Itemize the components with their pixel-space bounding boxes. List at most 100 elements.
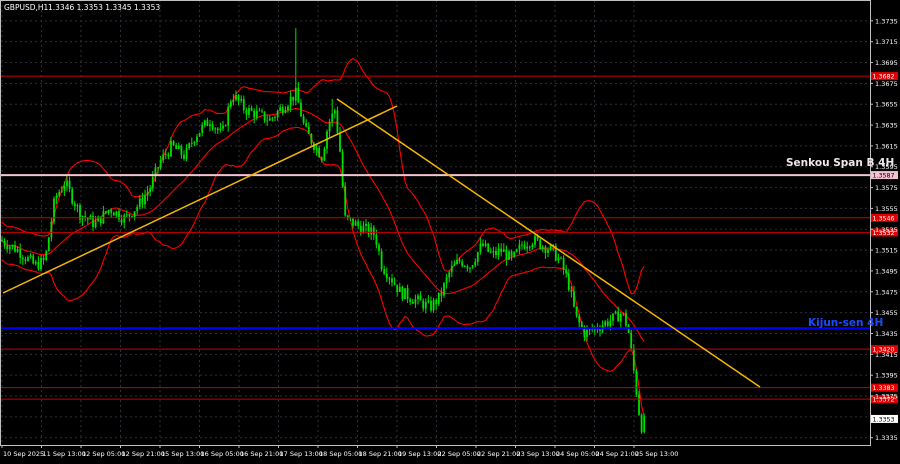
candle-body xyxy=(643,416,646,433)
candle-body xyxy=(206,120,209,127)
candle-body xyxy=(229,101,232,107)
x-tick-label: 12 Sep 05:00 xyxy=(82,450,125,458)
candle-body xyxy=(271,117,274,119)
candle-body xyxy=(188,143,191,148)
candle-body xyxy=(16,249,19,252)
candle-body xyxy=(630,332,633,349)
candle-body xyxy=(183,154,185,159)
candle-body xyxy=(274,117,276,118)
candle-body xyxy=(471,265,474,268)
candle-body xyxy=(144,195,146,205)
candle-body xyxy=(305,122,308,127)
candle-body xyxy=(216,128,219,131)
candle-body xyxy=(76,205,79,207)
candle-body xyxy=(406,288,409,300)
candle-body xyxy=(112,212,115,216)
candle-body xyxy=(411,301,414,304)
y-tick-label: 1.3575 xyxy=(875,184,898,192)
candle-body xyxy=(492,250,495,253)
candle-body xyxy=(443,283,445,296)
candle-body xyxy=(580,322,583,328)
candle-body xyxy=(380,251,383,270)
candle-body xyxy=(222,125,224,129)
candle-body xyxy=(60,190,63,193)
candle-body xyxy=(539,239,542,249)
candle-body xyxy=(476,252,479,262)
x-tick-label: 25 Sep 13:00 xyxy=(635,450,678,458)
candle-body xyxy=(528,246,531,248)
candle-body xyxy=(138,198,141,207)
candle-body xyxy=(133,211,136,217)
candle-body xyxy=(487,243,490,252)
candle-body xyxy=(315,147,318,150)
candle-body xyxy=(268,118,271,121)
candle-body xyxy=(432,299,435,311)
candle-body xyxy=(287,106,289,111)
candle-body xyxy=(489,251,492,253)
candle-body xyxy=(562,257,565,270)
y-tick-label: 1.3335 xyxy=(875,434,898,442)
candle-body xyxy=(510,251,513,257)
candle-body xyxy=(162,154,165,161)
price-chart[interactable]: 1.36821.35871.35461.35321.34201.33831.33… xyxy=(0,0,900,460)
candle-body xyxy=(105,211,107,213)
candle-body xyxy=(146,191,149,196)
candle-body xyxy=(19,249,22,258)
candle-body xyxy=(201,124,204,133)
candle-body xyxy=(209,124,211,127)
candle-body xyxy=(453,264,456,266)
level-price-label: 1.3587 xyxy=(873,173,895,180)
candle-body xyxy=(469,267,471,269)
candle-body xyxy=(458,260,461,262)
y-tick-label: 1.3615 xyxy=(875,142,898,150)
y-tick-label: 1.3415 xyxy=(875,351,898,359)
candle-body xyxy=(71,188,74,204)
x-tick-label: 24 Sep 05:00 xyxy=(556,450,599,458)
candle-body xyxy=(505,249,508,260)
candle-body xyxy=(435,299,438,305)
y-tick-label: 1.3675 xyxy=(875,80,898,88)
candle-body xyxy=(370,227,373,235)
candle-body xyxy=(456,260,458,265)
candle-body xyxy=(281,107,284,113)
candle-body xyxy=(42,257,45,260)
candle-body xyxy=(567,273,570,291)
candle-body xyxy=(638,394,640,415)
candle-body xyxy=(560,257,562,259)
candle-body xyxy=(422,300,425,309)
kijun-sen-label: Kijun-sen 4H xyxy=(808,317,883,329)
x-tick-label: 15 Sep 13:00 xyxy=(161,450,204,458)
candle-body xyxy=(622,313,625,314)
y-tick-label: 1.3655 xyxy=(875,101,898,109)
senkou-span-b-label: Senkou Span B 4H xyxy=(786,157,894,169)
candle-body xyxy=(255,110,258,118)
candle-body xyxy=(599,329,601,331)
candle-body xyxy=(372,227,375,235)
x-tick-label: 24 Sep 21:00 xyxy=(596,450,639,458)
candle-body xyxy=(573,291,575,307)
candle-body xyxy=(515,249,518,252)
candle-body xyxy=(474,261,477,266)
y-tick-label: 1.3375 xyxy=(875,393,898,401)
candle-body xyxy=(448,272,451,278)
candle-body xyxy=(196,136,198,142)
candle-body xyxy=(500,248,503,252)
candle-body xyxy=(6,245,9,250)
candle-body xyxy=(198,132,201,137)
candle-body xyxy=(393,282,396,285)
candle-body xyxy=(279,107,282,112)
candle-body xyxy=(461,261,464,267)
candle-body xyxy=(276,111,279,118)
candle-body xyxy=(63,186,66,191)
y-tick-label: 1.3395 xyxy=(875,372,898,380)
candle-body xyxy=(170,141,172,157)
y-tick-label: 1.3715 xyxy=(875,38,898,46)
candle-body xyxy=(440,292,443,296)
candle-body xyxy=(565,269,568,274)
candle-body xyxy=(8,246,11,250)
candle-body xyxy=(164,154,167,156)
candle-body xyxy=(531,244,534,248)
candle-body xyxy=(157,167,159,169)
candle-body xyxy=(385,273,388,279)
candle-body xyxy=(466,266,469,269)
